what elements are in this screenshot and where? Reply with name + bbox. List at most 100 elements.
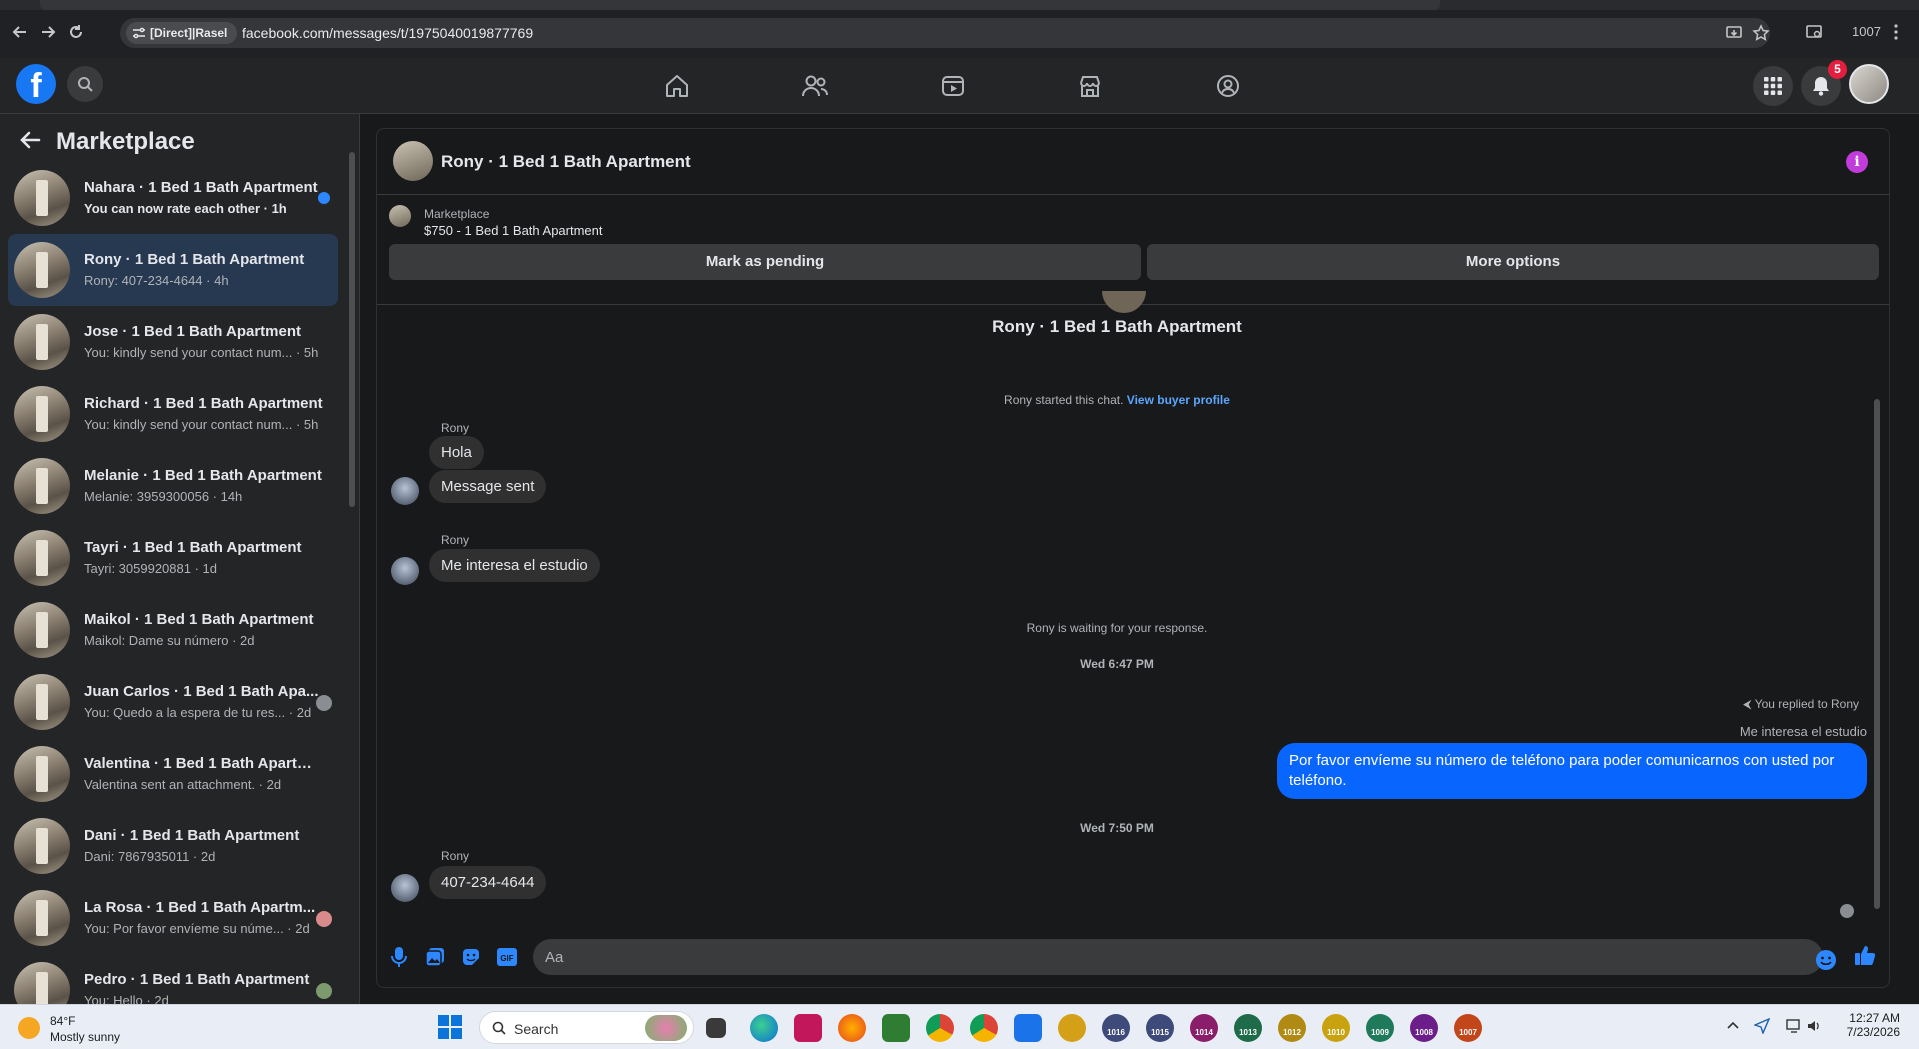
menu-button[interactable] xyxy=(1753,66,1793,106)
back-arrow-icon[interactable] xyxy=(18,128,46,156)
gif-icon[interactable]: GIF xyxy=(495,945,519,969)
video-icon[interactable] xyxy=(933,70,973,102)
facebook-logo-icon[interactable]: f xyxy=(16,64,56,104)
conversation-preview: You: Quedo a la espera de tu res... · 2d xyxy=(84,705,312,720)
install-icon[interactable] xyxy=(1725,24,1745,44)
pinned-profile-number: 1016 xyxy=(1107,1028,1125,1037)
microphone-icon[interactable] xyxy=(387,945,411,969)
reply-meta: ⮜ You replied to Rony xyxy=(1743,697,1859,712)
conversation-item-active[interactable]: Rony · 1 Bed 1 Bath Apartment Rony: 407-2… xyxy=(8,234,338,306)
start-windows-icon[interactable] xyxy=(438,1015,466,1043)
scrollbar-thumb[interactable] xyxy=(1874,399,1880,909)
listing-price[interactable]: $750 - 1 Bed 1 Bath Apartment xyxy=(424,223,603,238)
pinned-profile-number: 1008 xyxy=(1415,1028,1433,1037)
sticker-icon[interactable] xyxy=(459,945,483,969)
back-icon[interactable] xyxy=(6,18,34,46)
seen-avatar xyxy=(316,695,332,711)
conversation-item[interactable]: Pedro · 1 Bed 1 Bath Apartment You: Hello… xyxy=(8,954,338,1004)
sender-avatar[interactable] xyxy=(391,557,419,585)
grid-menu-icon xyxy=(1764,77,1782,95)
conversation-name: Melanie · 1 Bed 1 Bath Apartment xyxy=(84,467,322,484)
sender-avatar[interactable] xyxy=(391,874,419,902)
network-icon[interactable] xyxy=(1786,1018,1802,1034)
listing-thumbnail[interactable] xyxy=(389,205,411,227)
conversation-name: La Rosa · 1 Bed 1 Bath Apartm... xyxy=(84,899,316,916)
notifications-button[interactable]: 5 xyxy=(1801,60,1847,106)
location-arrow-icon[interactable] xyxy=(1754,1018,1770,1034)
emoji-icon[interactable] xyxy=(1815,949,1837,971)
sender-avatar[interactable] xyxy=(391,477,419,505)
snipping-tool-icon[interactable] xyxy=(794,1014,822,1042)
notepad-app-icon[interactable] xyxy=(882,1014,910,1042)
address-bar[interactable]: [Direct]|Rasel facebook.com/messages/t/1… xyxy=(120,18,1770,48)
conversation-name: Maikol · 1 Bed 1 Bath Apartment xyxy=(84,611,314,628)
sun-icon xyxy=(18,1017,40,1039)
chat-panel: Rony · 1 Bed 1 Bath Apartment i Marketpl… xyxy=(376,128,1890,988)
tab-search-icon[interactable] xyxy=(1805,18,1823,46)
conversation-item[interactable]: Nahara · 1 Bed 1 Bath Apartment You can n… xyxy=(8,162,338,234)
profile-count[interactable]: 1007 xyxy=(1852,18,1881,46)
conversation-item[interactable]: Melanie · 1 Bed 1 Bath Apartment Melanie:… xyxy=(8,450,338,522)
chat-avatar[interactable] xyxy=(393,141,433,181)
conversation-name: Dani · 1 Bed 1 Bath Apartment xyxy=(84,827,300,844)
thread-scrollbar[interactable] xyxy=(1871,309,1883,919)
more-options-button[interactable]: More options xyxy=(1147,244,1879,280)
photo-icon[interactable] xyxy=(423,945,447,969)
app-icon[interactable] xyxy=(1014,1014,1042,1042)
scrollbar-thumb[interactable] xyxy=(349,152,355,507)
seen-avatar xyxy=(316,911,332,927)
conversation-item[interactable]: Jose · 1 Bed 1 Bath Apartment You: kindly… xyxy=(8,306,338,378)
firefox-icon[interactable] xyxy=(838,1014,866,1042)
chrome-icon[interactable] xyxy=(926,1014,954,1042)
clock[interactable]: 12:27 AM 7/23/2026 xyxy=(1820,1011,1900,1039)
profile-avatar[interactable] xyxy=(1849,64,1889,104)
chat-title[interactable]: Rony · 1 Bed 1 Bath Apartment xyxy=(441,152,691,172)
menu-kebab-icon[interactable] xyxy=(1893,18,1899,46)
sidebar-scrollbar[interactable] xyxy=(348,134,356,994)
site-info-chip[interactable]: [Direct]|Rasel xyxy=(126,22,238,44)
message-bubble[interactable]: Hola xyxy=(429,436,484,469)
conversation-preview: You: Por favor envíeme su núme... · 2d xyxy=(84,921,310,936)
friends-icon[interactable] xyxy=(795,70,835,102)
bookmark-star-icon[interactable] xyxy=(1752,24,1772,44)
taskbar-search[interactable]: Search xyxy=(479,1011,694,1044)
mark-pending-button[interactable]: Mark as pending xyxy=(389,244,1141,280)
task-view-icon[interactable] xyxy=(706,1018,726,1038)
conversation-item[interactable]: Maikol · 1 Bed 1 Bath Apartment Maikol: D… xyxy=(8,594,338,666)
pinned-profile-number: 1015 xyxy=(1151,1028,1169,1037)
conversation-item[interactable]: Juan Carlos · 1 Bed 1 Bath Apa... You: Qu… xyxy=(8,666,338,738)
search-button[interactable] xyxy=(67,66,103,102)
url-text[interactable]: facebook.com/messages/t/1975040019877769 xyxy=(242,25,533,41)
forward-icon[interactable] xyxy=(34,18,62,46)
marketplace-icon[interactable] xyxy=(1070,70,1110,102)
conversation-item[interactable]: Valentina · 1 Bed 1 Bath Apartme... Valen… xyxy=(8,738,338,810)
conversation-item[interactable]: La Rosa · 1 Bed 1 Bath Apartm... You: Por… xyxy=(8,882,338,954)
reload-icon[interactable] xyxy=(62,18,90,46)
ix-browser-icon[interactable] xyxy=(1058,1014,1086,1042)
active-tab[interactable] xyxy=(40,0,1440,10)
search-icon xyxy=(78,77,93,92)
message-bubble[interactable]: Me interesa el estudio xyxy=(429,549,600,582)
listing-thumbnail xyxy=(14,458,70,514)
chevron-up-icon[interactable] xyxy=(1726,1019,1740,1033)
home-icon[interactable] xyxy=(657,70,697,102)
conversation-preview: You: kindly send your contact num... · 5… xyxy=(84,417,319,432)
message-bubble[interactable]: 407-234-4644 xyxy=(429,866,547,899)
conversation-preview: Valentina sent an attachment. · 2d xyxy=(84,777,282,792)
search-icon xyxy=(492,1021,506,1035)
edge-browser-icon[interactable] xyxy=(750,1014,778,1042)
weather-condition: Mostly sunny xyxy=(50,1030,121,1044)
info-icon[interactable]: i xyxy=(1846,151,1868,173)
view-buyer-profile-link[interactable]: View buyer profile xyxy=(1127,393,1230,407)
conversation-item[interactable]: Dani · 1 Bed 1 Bath Apartment Dani: 78679… xyxy=(8,810,338,882)
message-input[interactable] xyxy=(545,939,1745,975)
reply-quote[interactable]: Me interesa el estudio xyxy=(1740,724,1867,739)
outgoing-message-bubble[interactable]: Por favor envíeme su número de teléfono … xyxy=(1277,743,1867,799)
message-bubble[interactable]: Message sent xyxy=(429,470,547,503)
thumbs-up-icon[interactable] xyxy=(1853,943,1877,967)
conversation-item[interactable]: Richard · 1 Bed 1 Bath Apartment You: kin… xyxy=(8,378,338,450)
groups-icon[interactable] xyxy=(1208,70,1248,102)
chrome-profile-icon[interactable] xyxy=(970,1014,998,1042)
conversation-item[interactable]: Tayri · 1 Bed 1 Bath Apartment Tayri: 305… xyxy=(8,522,338,594)
chat-started-text: Rony started this chat. xyxy=(1004,393,1124,407)
